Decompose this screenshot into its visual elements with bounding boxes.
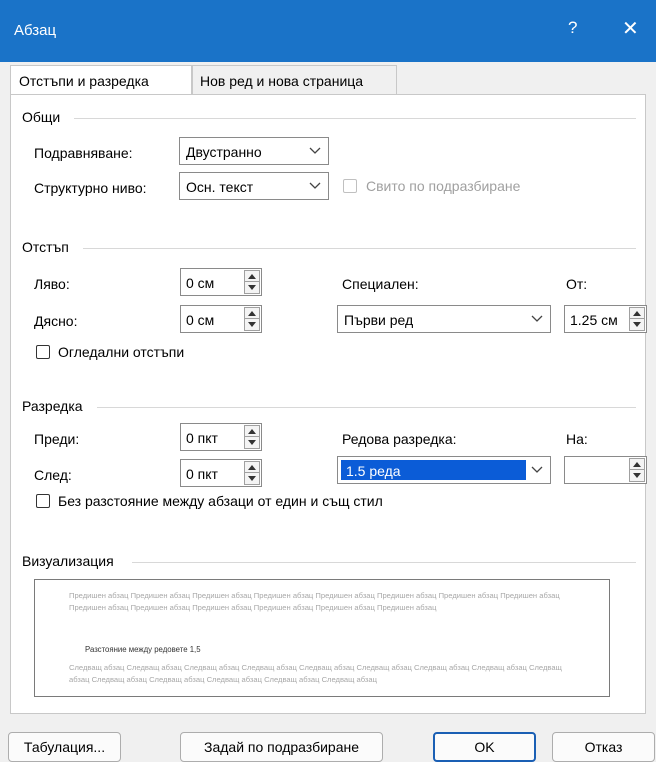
chevron-down-icon <box>524 457 550 483</box>
no-space-same-style-checkbox[interactable] <box>36 494 50 508</box>
special-label: Специален: <box>342 276 419 292</box>
spin-arrows-icon[interactable] <box>244 307 260 331</box>
chevron-down-icon <box>302 138 328 164</box>
line-spacing-select[interactable]: 1.5 реда <box>337 456 551 484</box>
help-button[interactable]: ? <box>568 18 577 38</box>
before-label: Преди: <box>34 431 80 447</box>
mirror-indents-checkbox[interactable] <box>36 345 50 359</box>
alignment-label: Подравняване: <box>34 145 133 161</box>
dialog-title: Абзац <box>14 22 57 39</box>
preview-box: Предишен абзац Предишен абзац Предишен а… <box>34 579 610 697</box>
spacing-divider <box>97 407 636 408</box>
tab-indents-spacing[interactable]: Отстъпи и разредка <box>10 65 192 95</box>
line-spacing-value: 1.5 реда <box>346 463 401 479</box>
line-spacing-label: Редова разредка: <box>342 431 457 447</box>
outline-level-label: Структурно ниво: <box>34 180 147 196</box>
ok-button[interactable]: OK <box>433 732 536 762</box>
tabs-button-label: Табулация... <box>23 739 106 755</box>
preview-current-paragraph: Разстояние между редовете 1,5 <box>85 645 201 654</box>
indent-right-label: Дясно: <box>34 313 78 329</box>
set-default-button-label: Задай по подразбиране <box>204 739 359 755</box>
preview-previous-paragraph: Предишен абзац Предишен абзац Предишен а… <box>69 591 560 612</box>
tab-line-page-breaks[interactable]: Нов ред и нова страница <box>192 65 397 94</box>
tab-indents-spacing-label: Отстъпи и разредка <box>19 73 149 89</box>
no-space-same-style-label: Без разстояние между абзаци от един и съ… <box>58 493 383 509</box>
cancel-button[interactable]: Отказ <box>552 732 655 762</box>
indent-left-stepper[interactable]: 0 см <box>180 268 262 296</box>
before-stepper[interactable]: 0 пкт <box>180 423 262 451</box>
indent-divider <box>83 248 636 249</box>
tabs-button[interactable]: Табулация... <box>8 732 121 762</box>
preview-divider <box>132 562 636 563</box>
indent-left-value: 0 см <box>186 275 215 291</box>
spacing-group-title: Разредка <box>22 398 83 414</box>
preview-group-title: Визуализация <box>22 553 114 569</box>
indent-right-value: 0 см <box>186 312 215 328</box>
at-label: На: <box>566 431 588 447</box>
title-bar: Абзац ? ✕ <box>0 0 656 62</box>
before-value: 0 пкт <box>186 430 218 446</box>
by-value: 1.25 см <box>570 312 618 328</box>
general-group-title: Общи <box>22 109 61 125</box>
after-value: 0 пкт <box>186 466 218 482</box>
spin-arrows-icon[interactable] <box>244 425 260 449</box>
spin-arrows-icon[interactable] <box>244 270 260 294</box>
tab-line-page-breaks-label: Нов ред и нова страница <box>200 73 364 89</box>
spin-arrows-icon[interactable] <box>629 307 645 331</box>
by-stepper[interactable]: 1.25 см <box>564 305 647 333</box>
outline-level-value: Осн. текст <box>186 179 254 195</box>
cancel-button-label: Отказ <box>584 739 623 755</box>
spin-arrows-icon[interactable] <box>244 461 260 485</box>
indent-left-label: Ляво: <box>34 276 70 292</box>
preview-next-paragraph: Следващ абзац Следващ абзац Следващ абза… <box>69 663 562 684</box>
set-default-button[interactable]: Задай по подразбиране <box>180 732 383 762</box>
after-stepper[interactable]: 0 пкт <box>180 459 262 487</box>
at-stepper[interactable] <box>564 456 647 484</box>
special-select[interactable]: Първи ред <box>337 305 551 333</box>
after-label: След: <box>34 467 72 483</box>
alignment-value: Двустранно <box>186 144 262 160</box>
collapsed-checkbox[interactable] <box>343 179 357 193</box>
indent-group-title: Отстъп <box>22 239 69 255</box>
indent-right-stepper[interactable]: 0 см <box>180 305 262 333</box>
chevron-down-icon <box>302 173 328 199</box>
outline-level-select[interactable]: Осн. текст <box>179 172 329 200</box>
spin-arrows-icon[interactable] <box>629 458 645 482</box>
close-button[interactable]: ✕ <box>622 16 639 41</box>
special-value: Първи ред <box>344 312 414 328</box>
ok-button-label: OK <box>474 739 495 755</box>
collapsed-label: Свито по подразбиране <box>366 178 521 194</box>
alignment-select[interactable]: Двустранно <box>179 137 329 165</box>
by-label: От: <box>566 276 588 292</box>
chevron-down-icon <box>524 306 550 332</box>
general-divider <box>74 118 636 119</box>
mirror-indents-label: Огледални отстъпи <box>58 344 185 360</box>
